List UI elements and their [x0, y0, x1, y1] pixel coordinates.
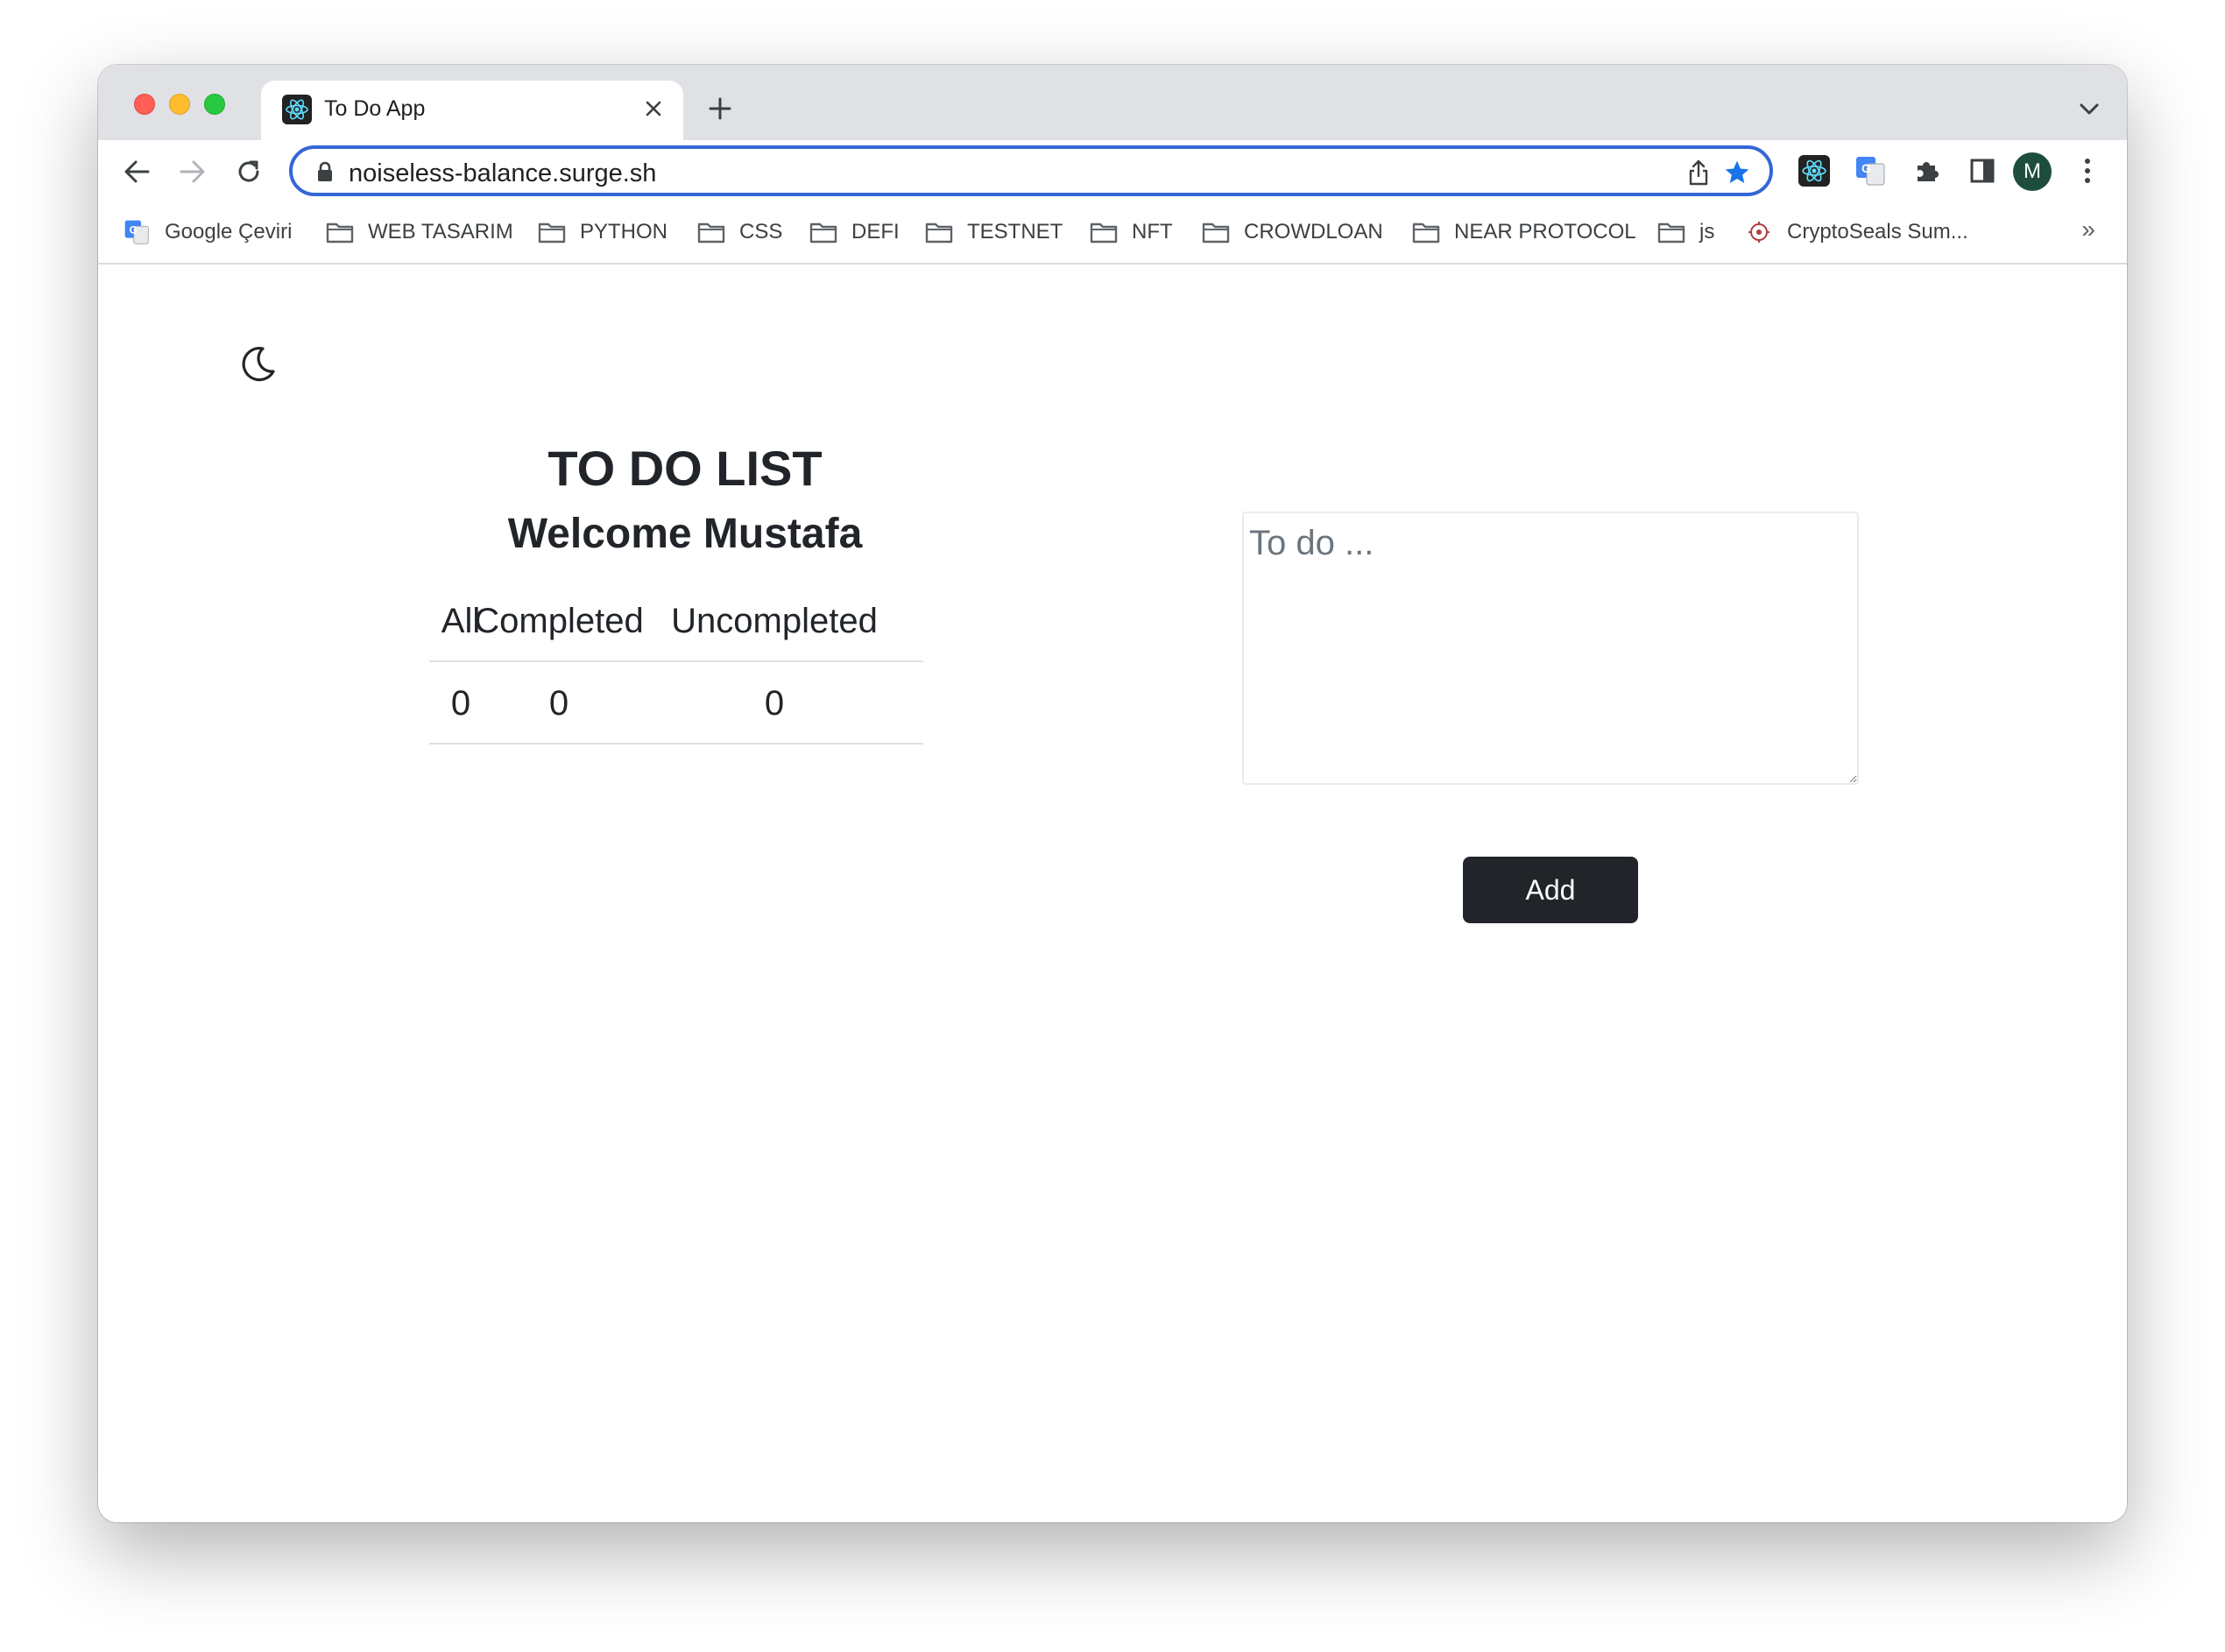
- folder-icon: [697, 220, 727, 244]
- bookmark-label: DEFI: [851, 220, 900, 244]
- forward-arrow-icon[interactable]: [173, 152, 212, 191]
- folder-icon: [1657, 220, 1687, 244]
- todo-input[interactable]: [1242, 512, 1859, 785]
- side-panel-icon[interactable]: [1962, 151, 2002, 191]
- bookmark-folder-js[interactable]: js: [1657, 217, 1714, 247]
- stats-header-completed: Completed: [474, 601, 644, 640]
- folder-icon: [1412, 220, 1442, 244]
- cryptoseals-icon: [1745, 220, 1775, 244]
- bookmark-folder-web-tasarim[interactable]: WEB TASARIM: [326, 217, 513, 247]
- bookmarks-overflow-button[interactable]: »: [2081, 215, 2095, 244]
- page-content: TO DO LIST Welcome Mustafa All Completed…: [98, 265, 2127, 1522]
- folder-icon: [1202, 220, 1232, 244]
- close-icon[interactable]: [638, 93, 669, 124]
- lock-icon: [315, 161, 335, 182]
- svg-text:G: G: [1861, 161, 1871, 175]
- bookmark-label: CSS: [739, 220, 783, 244]
- bookmark-label: NFT: [1132, 220, 1173, 244]
- reload-icon[interactable]: [230, 152, 268, 191]
- google-translate-icon[interactable]: G: [1850, 151, 1890, 191]
- browser-window: To Do App noiseless-balance.surge.sh G M…: [98, 65, 2127, 1522]
- bookmark-google-ceviri[interactable]: G Google Çeviri: [123, 217, 292, 247]
- bookmark-label: NEAR PROTOCOL: [1454, 220, 1636, 244]
- bookmark-folder-nft[interactable]: NFT: [1090, 217, 1173, 247]
- bookmark-label: PYTHON: [580, 220, 668, 244]
- close-window-button[interactable]: [134, 94, 155, 115]
- bookmark-label: Google Çeviri: [165, 220, 293, 244]
- profile-avatar[interactable]: M: [2013, 152, 2052, 191]
- add-button[interactable]: Add: [1463, 857, 1638, 923]
- bookmark-label: WEB TASARIM: [368, 220, 513, 244]
- react-icon: [282, 95, 312, 124]
- minimize-window-button[interactable]: [169, 94, 190, 115]
- address-bar[interactable]: noiseless-balance.surge.sh: [289, 145, 1773, 196]
- bookmark-cryptoseals[interactable]: CryptoSeals Sum...: [1745, 217, 1968, 247]
- bookmark-label: js: [1699, 220, 1715, 244]
- folder-icon: [326, 220, 356, 244]
- bookmark-folder-python[interactable]: PYTHON: [538, 217, 668, 247]
- chevron-down-icon[interactable]: [2076, 96, 2102, 123]
- welcome-heading: Welcome Mustafa: [507, 511, 863, 557]
- page-title: TO DO LIST: [547, 441, 823, 496]
- bookmark-folder-crowdloan[interactable]: CROWDLOAN: [1202, 217, 1383, 247]
- folder-icon: [538, 220, 568, 244]
- google-translate-icon: G: [123, 220, 152, 244]
- folder-icon: [809, 220, 839, 244]
- stats-header-row: All Completed Uncompleted: [429, 580, 923, 662]
- moon-icon[interactable]: [237, 343, 279, 385]
- bookmark-label: CROWDLOAN: [1244, 220, 1383, 244]
- bookmark-folder-defi[interactable]: DEFI: [809, 217, 900, 247]
- bookmark-label: CryptoSeals Sum...: [1787, 220, 1968, 244]
- bookmark-folder-near-protocol[interactable]: NEAR PROTOCOL: [1412, 217, 1636, 247]
- folder-icon: [925, 220, 955, 244]
- stats-value-uncompleted: 0: [764, 683, 785, 723]
- stats-header-uncompleted: Uncompleted: [671, 601, 878, 640]
- url-text: noiseless-balance.surge.sh: [349, 159, 657, 187]
- bookmark-label: TESTNET: [967, 220, 1063, 244]
- tab-title: To Do App: [324, 96, 426, 121]
- tab-strip: To Do App: [98, 65, 2127, 140]
- share-icon[interactable]: [1682, 156, 1715, 189]
- puzzle-icon[interactable]: [1906, 151, 1946, 191]
- more-vertical-icon[interactable]: [2067, 151, 2108, 191]
- stats-value-row: 0 0 0: [429, 662, 923, 745]
- folder-icon: [1090, 220, 1120, 244]
- svg-text:G: G: [130, 225, 138, 237]
- stats-value-all: 0: [450, 683, 471, 723]
- tab-active[interactable]: To Do App: [261, 81, 683, 140]
- new-tab-button[interactable]: [703, 91, 738, 126]
- bookmarks-bar: G Google Çeviri WEB TASARIM PYTHON CSS D…: [98, 201, 2127, 265]
- bookmark-star-icon[interactable]: [1720, 156, 1754, 189]
- back-arrow-icon[interactable]: [117, 152, 156, 191]
- browser-toolbar: noiseless-balance.surge.sh G M: [98, 140, 2127, 201]
- stats-value-completed: 0: [548, 683, 569, 723]
- maximize-window-button[interactable]: [204, 94, 225, 115]
- react-devtools-icon[interactable]: [1794, 151, 1834, 191]
- bookmark-folder-testnet[interactable]: TESTNET: [925, 217, 1063, 247]
- stats-table: All Completed Uncompleted 0 0 0: [429, 580, 923, 745]
- bookmark-folder-css[interactable]: CSS: [697, 217, 782, 247]
